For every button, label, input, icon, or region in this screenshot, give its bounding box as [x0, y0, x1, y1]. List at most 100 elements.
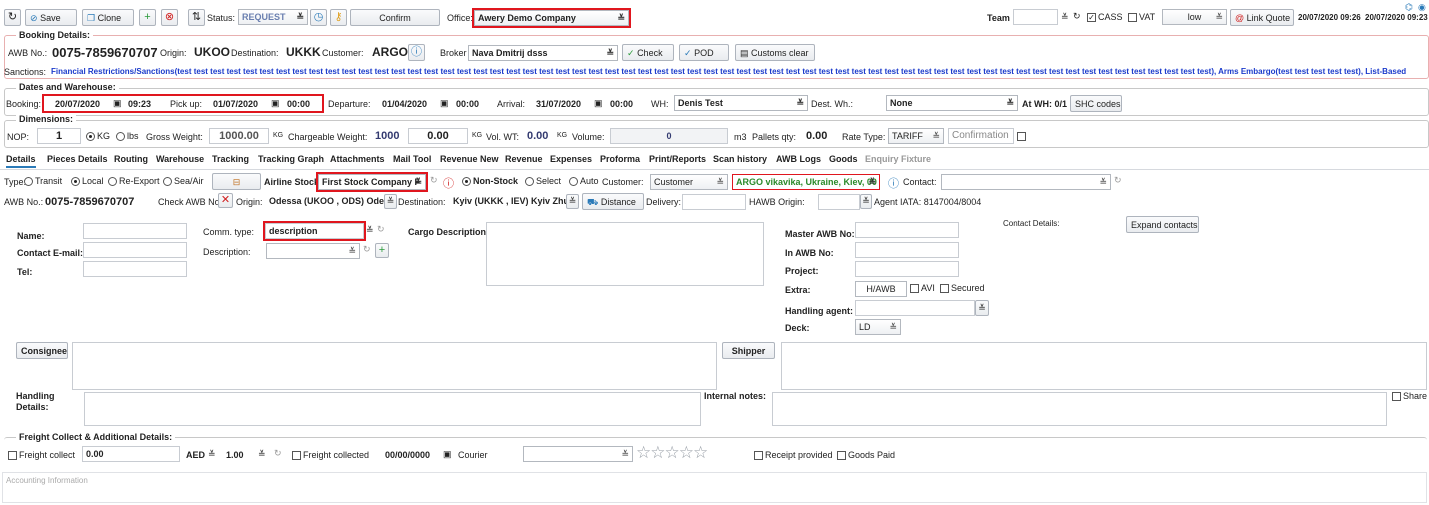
add-icon[interactable]: +	[375, 243, 389, 258]
rating-stars[interactable]: ☆☆☆☆☆	[636, 443, 708, 463]
freight-value-input[interactable]: 0.00	[82, 446, 180, 462]
close-icon[interactable]: ✕	[218, 193, 233, 208]
airline-stock-select[interactable]: First Stock Company F ≚	[316, 172, 428, 192]
star-icon[interactable]: ☆	[693, 443, 708, 462]
goods-paid-checkbox[interactable]: Goods Paid	[837, 450, 895, 461]
cancel-icon[interactable]: ⊗	[161, 9, 178, 26]
secured-checkbox[interactable]: Secured	[940, 283, 985, 294]
tab-goods[interactable]: Goods	[829, 154, 858, 164]
tab-scan-history[interactable]: Scan history	[713, 154, 767, 164]
calendar-icon[interactable]: ▣	[113, 98, 122, 109]
confirmation-checkbox[interactable]	[1017, 131, 1028, 142]
tab-details[interactable]: Details	[6, 154, 36, 168]
tab-print-reports[interactable]: Print/Reports	[649, 154, 706, 164]
lbs-radio[interactable]: lbs	[116, 131, 139, 142]
re-export-radio[interactable]: Re-Export	[108, 176, 160, 187]
consignee-textarea[interactable]	[72, 342, 717, 390]
transit-radio[interactable]: Transit	[24, 176, 62, 187]
save-button[interactable]: ⊘ Save	[25, 9, 77, 26]
comm-type-input[interactable]: description	[263, 221, 366, 241]
vat-checkbox[interactable]: VAT	[1128, 12, 1155, 23]
chevron-down-icon[interactable]: ≚	[366, 225, 374, 236]
booking-date[interactable]: 20/07/2020	[55, 99, 100, 109]
cargo-description-textarea[interactable]	[486, 222, 764, 286]
chevron-down-icon[interactable]: ≚	[1061, 12, 1069, 23]
info-icon[interactable]: ⓘ	[888, 175, 899, 191]
project-input[interactable]	[855, 261, 959, 277]
destination-input[interactable]: Kyiv (UKKK , IEV) Kyiv Zhulia	[450, 194, 566, 210]
handling-agent-input[interactable]	[855, 300, 975, 316]
auto-radio[interactable]: Auto	[569, 176, 599, 187]
tab-expenses[interactable]: Expenses	[550, 154, 592, 164]
reset-icon[interactable]: ↻	[274, 448, 282, 459]
info-icon[interactable]: ⓘ	[408, 44, 425, 61]
pickup-time[interactable]: 00:00	[287, 99, 310, 109]
tab-routing[interactable]: Routing	[114, 154, 148, 164]
reset-icon[interactable]: ↻	[430, 175, 438, 186]
info-icon[interactable]: ⓘ	[443, 175, 454, 191]
chargeable-weight-value[interactable]: 1000	[375, 130, 399, 142]
currency-value[interactable]: AED	[186, 450, 205, 460]
handling-details-textarea[interactable]	[84, 392, 701, 426]
customer-type-select[interactable]: Customer ≚	[650, 174, 728, 190]
shipper-textarea[interactable]	[781, 342, 1427, 390]
status-select[interactable]: REQUEST ≚	[238, 9, 308, 25]
shc-codes-button[interactable]: SHC codes	[1070, 95, 1122, 112]
pod-button[interactable]: ✓ POD	[679, 44, 729, 61]
refresh-icon[interactable]: ↻	[4, 9, 21, 26]
tab-pieces-details[interactable]: Pieces Details	[47, 154, 108, 164]
link-quote-button[interactable]: @ Link Quote	[1230, 9, 1294, 26]
booking-time[interactable]: 09:23	[128, 99, 151, 109]
calendar-icon[interactable]: ▣	[440, 98, 449, 109]
clone-button[interactable]: ❐ Clone	[82, 9, 134, 26]
tab-revenue-new[interactable]: Revenue New	[440, 154, 499, 164]
extra-select[interactable]: H/AWB	[855, 281, 907, 297]
name-input[interactable]	[83, 223, 187, 239]
check-button[interactable]: ✓ Check	[622, 44, 674, 61]
volume-input[interactable]: 0	[610, 128, 728, 144]
vat-level-select[interactable]: low ≚	[1162, 9, 1227, 25]
office-select[interactable]: Awery Demo Company ≚	[472, 8, 631, 28]
star-icon[interactable]: ☆	[679, 443, 694, 462]
tag-icon[interactable]: ⌬	[1405, 2, 1413, 13]
nop-input[interactable]: 1	[37, 128, 81, 144]
rate-type-select[interactable]: TARIFF ≚	[888, 128, 944, 144]
key-icon[interactable]: ⚷	[330, 9, 347, 26]
hawb-origin-input[interactable]	[818, 194, 860, 210]
origin-input[interactable]: Odessa (UKOO , ODS) Odess	[266, 194, 384, 210]
chevron-down-icon[interactable]: ≚	[566, 194, 579, 209]
courier-select[interactable]: ≚	[523, 446, 633, 462]
tab-warehouse[interactable]: Warehouse	[156, 154, 204, 164]
deck-select[interactable]: LD ≚	[855, 319, 901, 335]
add-icon[interactable]: +	[139, 9, 156, 26]
tel-input[interactable]	[83, 261, 187, 277]
shipper-button[interactable]: Shipper	[722, 342, 775, 359]
rate-value[interactable]: 1.00	[226, 450, 244, 460]
tab-enquiry-fixture[interactable]: Enquiry Fixture	[865, 154, 931, 164]
broker-select[interactable]: Nava Dmitrij dsss ≚	[468, 45, 618, 61]
clock-icon[interactable]: ◷	[310, 9, 327, 26]
in-awb-input[interactable]	[855, 242, 959, 258]
departure-date[interactable]: 01/04/2020	[382, 99, 427, 109]
confirm-button[interactable]: Confirm	[350, 9, 440, 26]
freight-collect-checkbox[interactable]: Freight collect	[8, 450, 75, 461]
tab-mail-tool[interactable]: Mail Tool	[393, 154, 431, 164]
cass-checkbox[interactable]: ✓ CASS	[1087, 12, 1123, 23]
delivery-input[interactable]	[682, 194, 746, 210]
contact-email-input[interactable]	[83, 242, 187, 258]
briefcase-icon[interactable]: ⊟	[212, 173, 261, 190]
split-icon[interactable]: ⇅	[188, 9, 205, 26]
star-icon[interactable]: ☆	[665, 443, 680, 462]
chevron-down-icon[interactable]: ≚	[208, 449, 216, 460]
gross-weight-input[interactable]: 1000.00	[209, 128, 269, 144]
kg-radio[interactable]: KG	[86, 131, 110, 142]
star-icon[interactable]: ☆	[650, 443, 665, 462]
avi-checkbox[interactable]: AVI	[910, 283, 935, 294]
calendar-icon[interactable]: ▣	[443, 449, 452, 460]
contact-select[interactable]: ≚	[941, 174, 1111, 190]
distance-button[interactable]: ⛟ Distance	[582, 193, 644, 210]
settings-icon[interactable]: ◉	[1418, 2, 1426, 13]
collected-date[interactable]: 00/00/0000	[385, 450, 430, 460]
non-stock-radio[interactable]: Non-Stock	[462, 176, 518, 187]
reset-icon[interactable]: ↻	[1114, 175, 1122, 186]
